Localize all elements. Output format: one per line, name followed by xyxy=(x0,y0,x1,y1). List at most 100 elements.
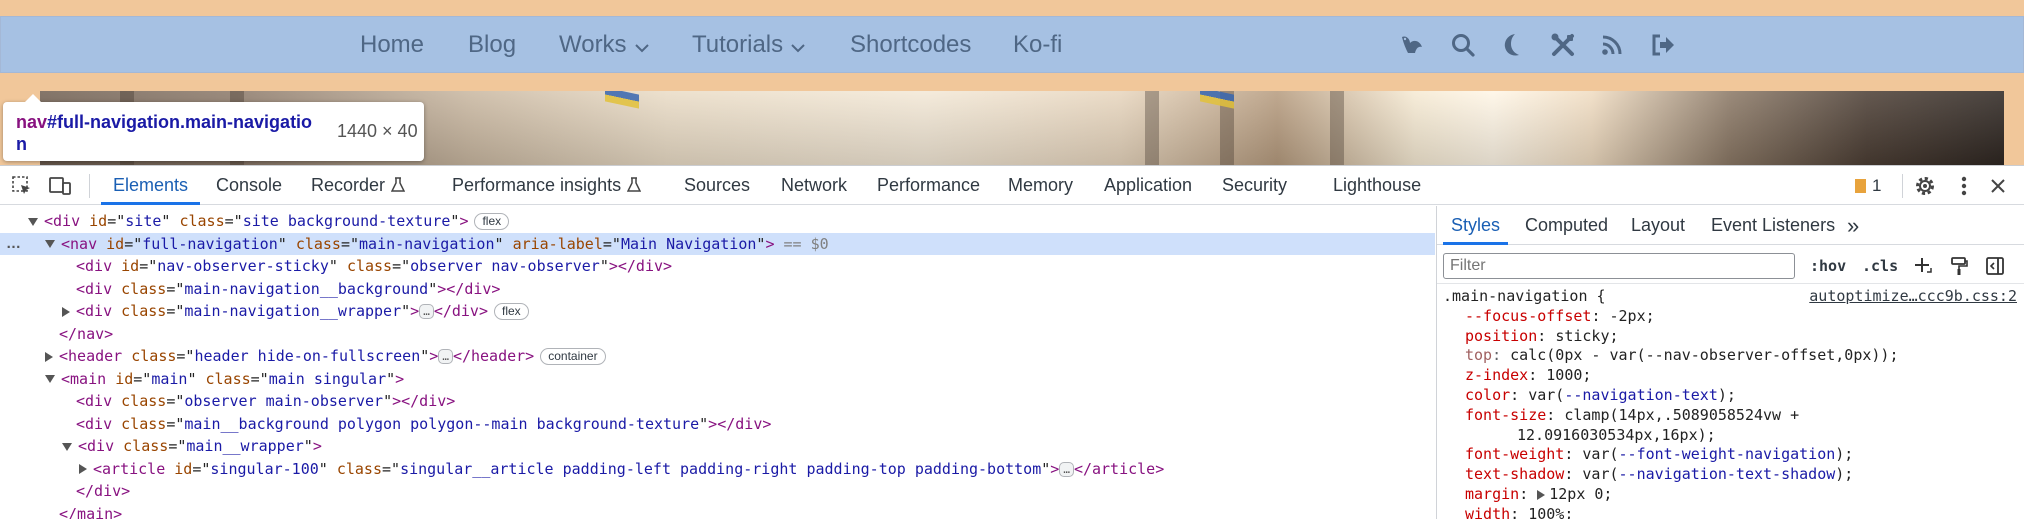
add-rule-icon[interactable] xyxy=(1911,254,1935,278)
nav-link-shortcodes[interactable]: Shortcodes xyxy=(850,16,971,73)
rss-icon[interactable] xyxy=(1600,30,1624,60)
tab-elements[interactable]: Elements xyxy=(100,166,201,205)
tab-layout[interactable]: Layout xyxy=(1631,206,1685,245)
expand-triangle-open-icon[interactable] xyxy=(62,442,72,451)
styles-sidebar: Styles Computed Layout Event Listeners »… xyxy=(1436,206,2024,519)
css-declaration[interactable]: font-weight: var(--font-weight-navigatio… xyxy=(1437,444,2024,464)
styles-filter-input[interactable] xyxy=(1443,253,1795,279)
tooltip-selector: nav#full-navigation.main-navigation xyxy=(16,112,313,154)
tab-network[interactable]: Network xyxy=(781,166,847,205)
dom-node-row[interactable]: </div> xyxy=(0,480,1435,502)
css-declaration[interactable]: text-shadow: var(--navigation-text-shado… xyxy=(1437,464,2024,484)
bird-icon[interactable] xyxy=(1398,29,1426,59)
tab-console[interactable]: Console xyxy=(216,166,282,205)
css-declaration[interactable]: width: 100%; xyxy=(1437,504,2024,519)
dom-node-row[interactable]: <header class="header hide-on-fullscreen… xyxy=(0,345,1435,367)
nav-link-blog[interactable]: Blog xyxy=(468,16,516,73)
dom-node-row[interactable]: <div class="main-navigation__wrapper">… <… xyxy=(0,300,1435,322)
main-navigation-bar: Home Blog Works Tutorials Shortcodes Ko-… xyxy=(0,16,2024,73)
tab-recorder[interactable]: Recorder xyxy=(311,166,406,205)
dom-node-row[interactable]: <div class="observer main-observer"></di… xyxy=(0,390,1435,412)
tab-label: Security xyxy=(1222,175,1288,195)
expand-triangle-open-icon[interactable] xyxy=(28,217,38,226)
tab-lighthouse[interactable]: Lighthouse xyxy=(1333,166,1421,205)
dom-node-row[interactable]: <article id="singular-100" class="singul… xyxy=(0,458,1435,480)
expand-triangle-open-icon[interactable] xyxy=(45,375,55,383)
dom-node-row[interactable]: <div class="main-navigation__background"… xyxy=(0,278,1435,300)
nav-link-works[interactable]: Works xyxy=(559,16,649,73)
layout-badge[interactable]: flex xyxy=(494,303,529,320)
tab-computed[interactable]: Computed xyxy=(1525,206,1608,245)
tab-event-listeners[interactable]: Event Listeners xyxy=(1711,206,1835,245)
tab-label: Elements xyxy=(113,175,189,195)
tab-application[interactable]: Application xyxy=(1104,166,1192,205)
more-vert-icon[interactable] xyxy=(1952,174,1976,198)
expand-triangle-closed-icon[interactable] xyxy=(62,306,70,317)
sidebar-tabs: Styles Computed Layout Event Listeners » xyxy=(1437,206,2024,245)
expand-triangle-open-icon[interactable] xyxy=(45,240,55,248)
paint-roller-icon[interactable] xyxy=(1947,254,1971,278)
settings-icon[interactable] xyxy=(1913,174,1937,198)
dom-node-row[interactable]: </nav> xyxy=(0,323,1435,345)
css-declaration[interactable]: --focus-offset: -2px; xyxy=(1437,306,2024,326)
more-tabs-chevron-icon[interactable]: » xyxy=(1847,206,1859,245)
css-declaration[interactable]: position: sticky; xyxy=(1437,326,2024,346)
dom-node-row[interactable]: … <nav id="full-navigation" class="main-n… xyxy=(0,232,1435,255)
devtools-toolbar: Elements Console Recorder Performance in… xyxy=(0,166,2024,205)
tab-label: Sources xyxy=(684,175,751,195)
inspect-element-icon[interactable] xyxy=(10,174,34,198)
nav-link-kofi[interactable]: Ko-fi xyxy=(1013,16,1062,73)
tab-memory[interactable]: Memory xyxy=(1008,166,1073,205)
toolbar-divider xyxy=(89,174,90,198)
expand-triangle-closed-icon[interactable] xyxy=(79,464,87,474)
dom-node-row[interactable]: <div id="site" class="site background-te… xyxy=(0,210,1435,232)
css-declaration[interactable]: margin: 12px 0; xyxy=(1437,484,2024,504)
tab-security[interactable]: Security xyxy=(1222,166,1287,205)
css-declaration[interactable]: color: var(--navigation-text); xyxy=(1437,385,2024,405)
layout-badge[interactable]: container xyxy=(540,348,606,365)
tab-styles[interactable]: Styles xyxy=(1442,206,1509,245)
logout-icon[interactable] xyxy=(1650,30,1676,60)
dom-node-row[interactable]: <main id="main" class="main singular"> xyxy=(0,368,1435,390)
css-declaration[interactable]: font-size: clamp(14px,.5089058524vw + xyxy=(1437,405,2024,425)
chevron-down-icon xyxy=(791,17,805,74)
nav-link-label: Shortcodes xyxy=(850,31,972,58)
layout-badge[interactable]: flex xyxy=(474,213,510,230)
issues-badge[interactable]: 1 xyxy=(1855,166,1881,205)
tab-performance[interactable]: Performance xyxy=(877,166,980,205)
dom-node-row[interactable]: <div id="nav-observer-sticky" class="obs… xyxy=(0,255,1435,277)
node-actions-icon[interactable]: … xyxy=(6,233,21,255)
hover-state-toggle[interactable]: :hov xyxy=(1810,253,1846,279)
expand-shorthand-icon[interactable] xyxy=(1537,489,1546,500)
class-toggle[interactable]: .cls xyxy=(1862,253,1898,279)
css-declaration[interactable]: top: calc(0px - var(--nav-observer-offse… xyxy=(1437,345,2024,365)
search-icon[interactable] xyxy=(1450,30,1476,60)
nav-link-tutorials[interactable]: Tutorials xyxy=(692,16,805,73)
expand-triangle-closed-icon[interactable] xyxy=(45,351,53,362)
tools-icon[interactable] xyxy=(1550,30,1576,60)
toggle-sidebar-icon[interactable] xyxy=(1983,254,2007,278)
close-icon[interactable] xyxy=(1986,174,2010,198)
tab-label: Styles xyxy=(1451,215,1501,235)
collapsed-children-ellipsis[interactable]: … xyxy=(1059,461,1074,477)
device-toolbar-icon[interactable] xyxy=(48,174,72,198)
css-declaration[interactable]: z-index: 1000; xyxy=(1437,365,2024,385)
devtools-panel: Elements Console Recorder Performance in… xyxy=(0,165,2024,519)
moon-icon[interactable] xyxy=(1500,30,1524,60)
nav-link-label: Works xyxy=(559,31,627,58)
issues-count: 1 xyxy=(1872,176,1882,195)
collapsed-children-ellipsis[interactable]: … xyxy=(438,349,453,364)
tab-performance-insights[interactable]: Performance insights xyxy=(452,166,642,205)
tab-label: Lighthouse xyxy=(1333,175,1422,195)
dom-tree[interactable]: <div id="site" class="site background-te… xyxy=(0,206,1435,519)
toolbar-divider xyxy=(1902,174,1903,198)
nav-link-home[interactable]: Home xyxy=(360,16,424,73)
dom-node-row[interactable]: <div class="main__wrapper"> xyxy=(0,435,1435,457)
dom-node-row[interactable]: </main> xyxy=(0,503,1435,519)
tab-label: Network xyxy=(781,175,848,195)
tab-sources[interactable]: Sources xyxy=(684,166,750,205)
collapsed-children-ellipsis[interactable]: … xyxy=(419,304,434,319)
css-declaration-continued: 12.0916030534px,16px); xyxy=(1517,425,1716,444)
dom-node-row[interactable]: <div class="main__background polygon pol… xyxy=(0,413,1435,435)
stylesheet-source-link[interactable]: autoptimize…ccc9b.css:2 xyxy=(1809,286,2017,306)
